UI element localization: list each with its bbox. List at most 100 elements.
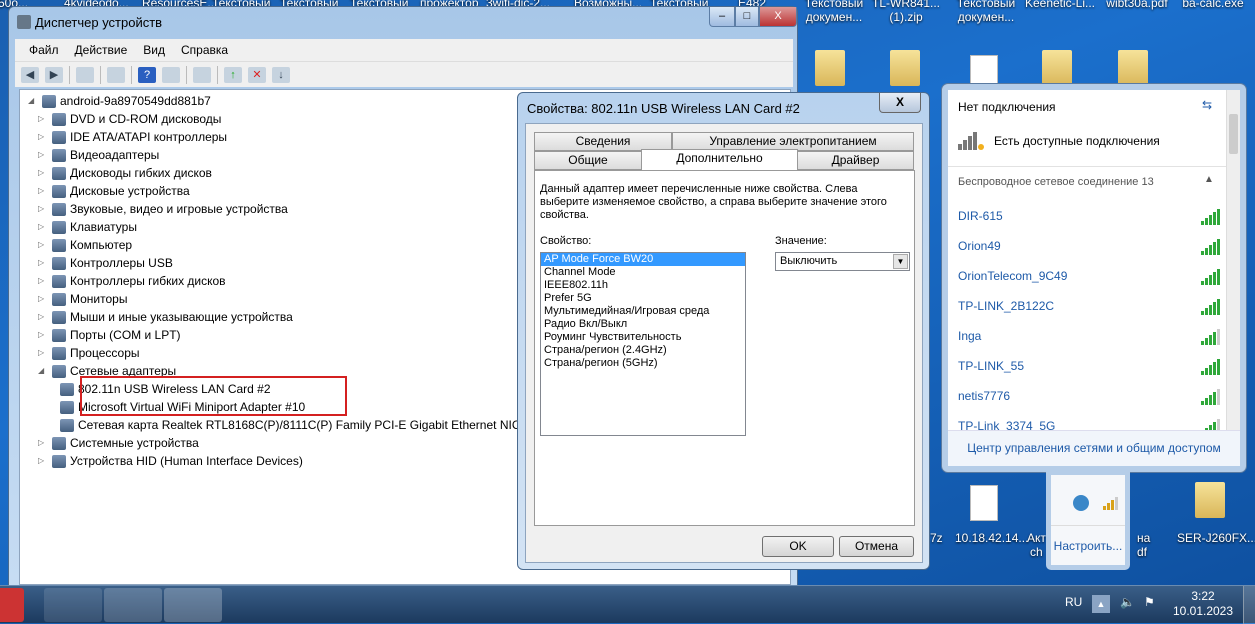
tree-root[interactable]: ◢ android-9a8970549dd881b7 [28,92,211,110]
tree-category[interactable]: ▷ Компьютер [38,236,132,254]
property-item[interactable]: Channel Mode [541,266,745,279]
minimize-button[interactable]: – [709,7,735,27]
wifi-network-item[interactable]: TP-LINK_55 [958,355,1220,377]
tree-category[interactable]: ▷ DVD и CD-ROM дисководы [38,110,221,128]
expand-icon[interactable]: ▷ [38,434,48,452]
value-select[interactable]: Выключить ▼ [775,252,910,271]
ok-button[interactable]: OK [762,536,834,557]
desktop-icon-label[interactable]: ba-calc.exe [1178,0,1248,10]
folder-icon[interactable] [1118,50,1148,86]
wifi-network-item[interactable]: netis7776 [958,385,1220,407]
tree-category[interactable]: ▷ Контроллеры гибких дисков [38,272,226,290]
tab-advanced[interactable]: Дополнительно [641,149,798,170]
show-hide-tree-icon[interactable] [76,66,94,83]
desktop-icon-label[interactable]: Акт [1027,531,1046,545]
property-item[interactable]: Prefer 5G [541,292,745,305]
wifi-tray-icon[interactable] [1103,497,1118,510]
expand-icon[interactable]: ▷ [38,182,48,200]
update-driver-icon[interactable]: ↑ [224,66,242,83]
property-item[interactable]: Страна/регион (2.4GHz) [541,344,745,357]
folder-icon[interactable] [890,50,920,86]
uninstall-icon[interactable]: ✕ [248,66,266,83]
wifi-network-item[interactable]: DIR-615 [958,205,1220,227]
action-center-flag-icon[interactable]: ⚑ [1144,595,1155,609]
expand-icon[interactable]: ▷ [38,200,48,218]
desktop-icon-label[interactable]: Keenetic-Li... [1024,0,1096,10]
tree-category[interactable]: ▷ Дисководы гибких дисков [38,164,212,182]
taskbar-app-icon[interactable] [0,588,24,622]
property-item[interactable]: Страна/регион (5GHz) [541,357,745,370]
menu-action[interactable]: Действие [75,43,128,57]
tree-category[interactable]: ▷ Клавиатуры [38,218,137,236]
action-pane-icon[interactable] [162,66,180,83]
taskbar-explorer-icon[interactable] [104,588,162,622]
taskbar-notepad-icon[interactable] [44,588,102,622]
expand-icon[interactable]: ▷ [38,254,48,272]
back-icon[interactable]: ◀ [21,66,39,83]
desktop-icon-label[interactable]: Текстовый докумен... [952,0,1020,24]
property-item[interactable]: Мультимедийная/Игровая среда [541,305,745,318]
chevron-down-icon[interactable]: ▼ [893,254,908,269]
desktop-icon-label[interactable]: на [1137,531,1150,545]
property-item[interactable]: IEEE802.11h [541,279,745,292]
show-hidden-icons-button[interactable]: ▲ [1092,595,1110,613]
wifi-network-item[interactable]: Inga [958,325,1220,347]
dialog-close-button[interactable]: X [879,93,921,113]
desktop-icon-label[interactable]: 10.18.42.14... [955,531,1028,545]
menu-help[interactable]: Справка [181,43,228,57]
expand-icon[interactable]: ▷ [38,290,48,308]
properties-icon[interactable] [107,66,125,83]
property-item[interactable]: AP Mode Force BW20 [541,253,745,266]
collapse-icon[interactable]: ▲ [1204,174,1214,185]
desktop-icon-label[interactable]: 7z [930,531,943,545]
desktop-icon-label[interactable]: SER-J260FX... [1177,531,1255,545]
desktop-icon-label[interactable]: ch [1030,545,1043,559]
expand-icon[interactable]: ▷ [38,128,48,146]
clock[interactable]: 3:22 10.01.2023 [1168,589,1238,619]
volume-icon[interactable]: 🔈 [1120,595,1135,609]
expand-icon[interactable]: ◢ [38,362,48,380]
wifi-network-item[interactable]: OrionTelecom_9C49 [958,265,1220,287]
menu-view[interactable]: Вид [143,43,165,57]
desktop-icon-label[interactable]: Текстовый докумен... [800,0,868,24]
disable-icon[interactable]: ↓ [272,66,290,83]
expand-icon[interactable]: ▷ [38,236,48,254]
desktop-icon-label[interactable]: wibt30a.pdf [1102,0,1172,10]
help-icon[interactable]: ? [138,66,156,83]
expand-icon[interactable]: ▷ [38,326,48,344]
menu-file[interactable]: Файл [29,43,59,57]
tree-category[interactable]: ▷ Системные устройства [38,434,199,452]
expand-icon[interactable]: ▷ [38,452,48,470]
refresh-icon[interactable]: ⇆ [1202,98,1212,112]
folder-icon[interactable] [815,50,845,86]
maximize-button[interactable]: □ [735,7,759,27]
wifi-network-item[interactable]: Orion49 [958,235,1220,257]
expand-icon[interactable]: ▷ [38,164,48,182]
desktop-icon-label[interactable]: df [1137,545,1147,559]
tree-category[interactable]: ▷ Порты (COM и LPT) [38,326,181,344]
expand-icon[interactable]: ▷ [38,146,48,164]
tree-category[interactable]: ▷ Видеоадаптеры [38,146,159,164]
scrollbar[interactable] [1226,90,1240,430]
property-item[interactable]: Радио Вкл/Выкл [541,318,745,331]
property-item[interactable]: Роуминг Чувствительность [541,331,745,344]
tree-category[interactable]: ▷ Процессоры [38,344,140,362]
show-desktop-button[interactable] [1243,586,1255,624]
expand-icon[interactable]: ▷ [38,218,48,236]
expand-icon[interactable]: ▷ [38,272,48,290]
desktop-icon-label[interactable]: TL-WR841... (1).zip [872,0,940,24]
tree-category[interactable]: ▷ Устройства HID (Human Interface Devices… [38,452,303,470]
forward-icon[interactable]: ▶ [45,66,63,83]
folder-icon[interactable] [1195,482,1225,518]
tree-category[interactable]: ▷ Мониторы [38,290,127,308]
expand-icon[interactable]: ▷ [38,110,48,128]
expand-icon[interactable]: ▷ [38,344,48,362]
tab-general[interactable]: Общие [534,151,642,170]
network-tray-icon[interactable] [1073,495,1089,511]
cancel-button[interactable]: Отмена [839,536,914,557]
expand-icon[interactable]: ▷ [38,308,48,326]
scan-hardware-icon[interactable] [193,66,211,83]
tree-device[interactable]: Сетевая карта Realtek RTL8168C(P)/8111C(… [60,416,521,434]
taskbar-device-manager-icon[interactable] [164,588,222,622]
folder-icon[interactable] [1042,50,1072,86]
